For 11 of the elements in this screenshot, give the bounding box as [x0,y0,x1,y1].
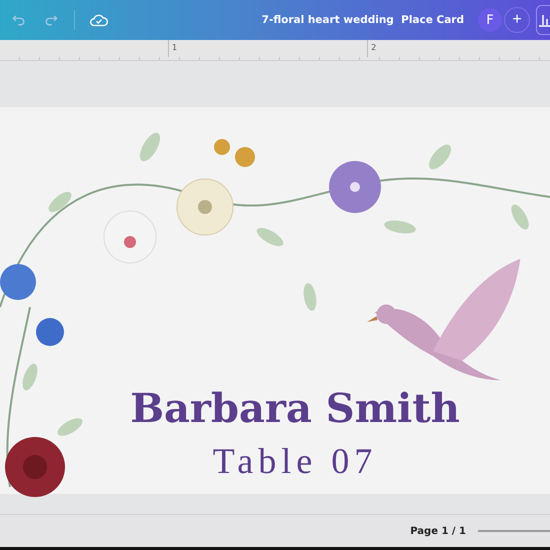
add-collaborator-button[interactable]: + [504,7,530,33]
page-indicator[interactable]: Page 1 / 1 [410,526,466,536]
ruler-mark: 2 [367,40,376,57]
document-title[interactable]: 7-floral heart wedding Place Card [262,14,464,26]
user-avatar[interactable]: F [478,8,502,32]
guest-name[interactable]: Barbara Smith [130,385,460,432]
table-number[interactable]: Table 07 [212,440,378,482]
cloud-saved-icon[interactable] [89,12,109,28]
ruler-mark: 1 [168,40,178,57]
bar-chart-icon[interactable] [536,5,550,35]
place-card[interactable]: Barbara Smith Table 07 [0,107,550,494]
